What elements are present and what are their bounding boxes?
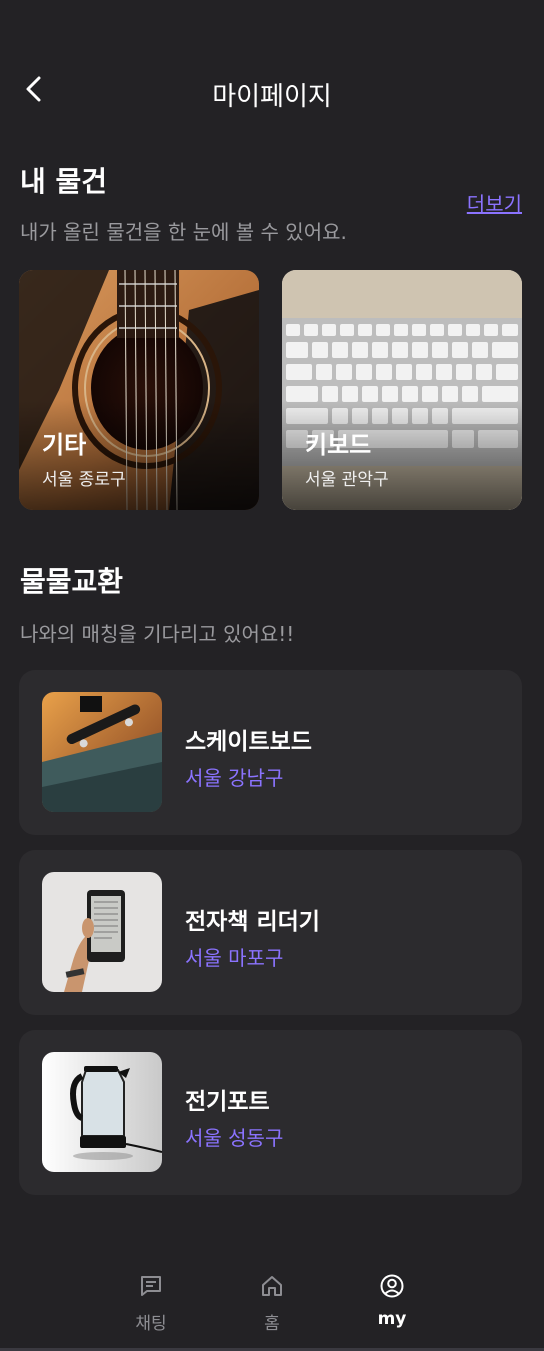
exchange-title: 물물교환 xyxy=(20,565,124,598)
kettle-thumbnail xyxy=(42,1052,162,1172)
my-item-card-keyboard[interactable]: 키보드 서울 관악구 xyxy=(282,270,522,510)
tab-chat-label: 채팅 xyxy=(135,1314,167,1334)
tab-chat[interactable]: 채팅 xyxy=(101,1273,201,1343)
my-item-location: 서울 관악구 xyxy=(305,470,389,490)
exchange-item-skateboard[interactable]: 스케이트보드 서울 강남구 xyxy=(19,670,522,835)
chat-icon xyxy=(141,1276,161,1296)
my-items-subtitle: 내가 올린 물건을 한 눈에 볼 수 있어요. xyxy=(20,220,347,244)
my-items-title: 내 물건 xyxy=(20,165,108,198)
exchange-item-location: 서울 성동구 xyxy=(185,1126,284,1150)
ereader-thumbnail xyxy=(42,872,162,992)
exchange-subtitle: 나와의 매칭을 기다리고 있어요!! xyxy=(20,622,295,646)
tab-home-label: 홈 xyxy=(264,1314,280,1334)
exchange-item-ereader[interactable]: 전자책 리더기 서울 마포구 xyxy=(19,850,522,1015)
exchange-item-location: 서울 강남구 xyxy=(185,766,284,790)
my-item-name: 키보드 xyxy=(305,431,372,459)
kettle-image xyxy=(42,1052,162,1172)
more-link[interactable]: 더보기 xyxy=(467,188,522,217)
my-page-screen: 마이페이지 내 물건 내가 올린 물건을 한 눈에 볼 수 있어요. 더보기 기… xyxy=(0,0,544,1351)
user-circle-icon xyxy=(380,1274,404,1298)
tab-my-label: my xyxy=(377,1309,407,1329)
exchange-item-kettle[interactable]: 전기포트 서울 성동구 xyxy=(19,1030,522,1195)
ereader-image xyxy=(42,872,162,992)
home-icon xyxy=(262,1276,282,1296)
exchange-item-name: 전기포트 xyxy=(185,1089,270,1115)
skateboard-image xyxy=(42,692,162,812)
header: 마이페이지 xyxy=(0,62,544,122)
page-title: 마이페이지 xyxy=(212,82,332,112)
bottom-nav: 채팅 홈 my xyxy=(0,1265,544,1351)
exchange-item-name: 스케이트보드 xyxy=(185,729,312,755)
skateboard-thumbnail xyxy=(42,692,162,812)
my-item-name: 기타 xyxy=(42,431,87,459)
tab-home[interactable]: 홈 xyxy=(222,1273,322,1343)
my-item-card-guitar[interactable]: 기타 서울 종로구 xyxy=(19,270,259,510)
exchange-item-location: 서울 마포구 xyxy=(185,946,284,970)
tab-my[interactable]: my xyxy=(342,1273,442,1343)
my-item-location: 서울 종로구 xyxy=(42,470,126,490)
exchange-item-name: 전자책 리더기 xyxy=(185,909,320,935)
